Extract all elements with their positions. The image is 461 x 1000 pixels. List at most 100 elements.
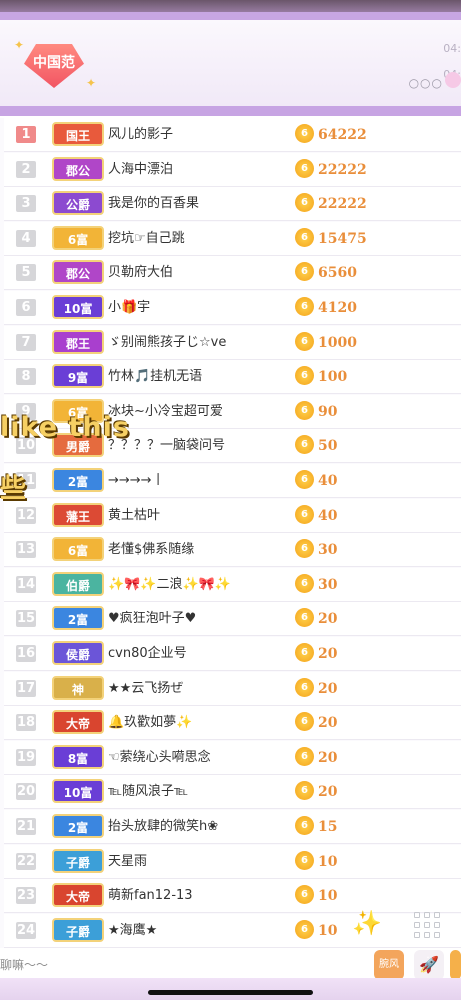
- user-name[interactable]: 贝勒府大伯: [108, 262, 288, 284]
- table-row[interactable]: 17 神 ★★云飞扬ぜ 6 20: [4, 671, 461, 706]
- level-badge: 9富: [52, 364, 104, 389]
- table-row[interactable]: 12 藩王 黄土枯叶 6 40: [4, 498, 461, 533]
- table-row[interactable]: 1 国王 风儿的影子 6 64222: [4, 118, 461, 152]
- user-name[interactable]: 天星雨: [108, 851, 288, 873]
- user-name[interactable]: ☜萦绕心头嗬思念: [108, 747, 288, 769]
- table-row[interactable]: 11 2富 →→→→丨 6 40: [4, 464, 461, 498]
- coin-icon: 6: [295, 539, 314, 559]
- grid-menu-icon[interactable]: [414, 912, 442, 940]
- rank-number: 20: [16, 783, 36, 801]
- category-badge[interactable]: 中国范 ✦ ✦: [14, 38, 98, 98]
- table-row[interactable]: 7 郡王 ゞ别闹熊孩子じ☆ve 6 1000: [4, 325, 461, 360]
- level-badge: 2富: [52, 468, 104, 492]
- table-row[interactable]: 5 郡公 贝勒府大伯 6 6560: [4, 256, 461, 291]
- table-row[interactable]: 22 子爵 天星雨 6 10: [4, 844, 461, 879]
- user-name[interactable]: 抬头放肆的微笑h❀: [108, 816, 288, 838]
- table-row[interactable]: 23 大帝 萌新fan12-13 6 10: [4, 879, 461, 914]
- table-row[interactable]: 21 2富 抬头放肆的微笑h❀ 6 15: [4, 810, 461, 844]
- table-row[interactable]: 16 侯爵 cvn80企业号 6 20: [4, 637, 461, 671]
- user-name[interactable]: 我是你的百香果: [108, 193, 288, 215]
- coin-icon: 6: [295, 643, 314, 662]
- user-name[interactable]: 风儿的影子: [108, 124, 288, 146]
- table-row[interactable]: 6 10富 小🎁宇 6 4120: [4, 291, 461, 325]
- user-name[interactable]: 人海中漂泊: [108, 159, 288, 181]
- rank-number: 6: [16, 299, 36, 316]
- rank-number: 13: [16, 541, 36, 559]
- user-name[interactable]: →→→→丨: [108, 470, 288, 492]
- level-badge: 公爵: [52, 191, 104, 216]
- bottom-strip: [0, 978, 461, 1000]
- magic-wand-icon[interactable]: ✨: [352, 908, 382, 938]
- level-badge: 8富: [52, 744, 104, 769]
- coin-icon: 6: [295, 573, 314, 593]
- user-name[interactable]: 萌新fan12-13: [108, 885, 288, 907]
- user-name[interactable]: ℡随风浪子℡: [108, 781, 288, 803]
- user-name[interactable]: ★★云飞扬ぜ: [108, 678, 288, 700]
- rank-number: 17: [16, 679, 36, 697]
- status-bar-strip: [0, 12, 461, 20]
- gift-button[interactable]: 腕风: [374, 950, 404, 980]
- rank-number: 15: [16, 610, 36, 628]
- user-name[interactable]: 老懂$佛系随缘: [108, 539, 288, 561]
- table-row[interactable]: 13 6富 老懂$佛系随缘 6 30: [4, 533, 461, 568]
- score-value: 22222: [318, 161, 367, 178]
- table-row[interactable]: 15 2富 ♥疯狂泡叶子♥ 6 20: [4, 602, 461, 637]
- score-value: 40: [318, 507, 338, 524]
- rank-number: 5: [16, 264, 36, 282]
- overlay-text: like this: [0, 412, 130, 443]
- coin-icon: 6: [295, 781, 314, 801]
- coin-icon: 6: [295, 262, 314, 282]
- table-row[interactable]: 24 子爵 ★海鹰★ 6 10: [4, 913, 461, 948]
- table-row[interactable]: 19 8富 ☜萦绕心头嗬思念 6 20: [4, 740, 461, 775]
- level-badge: 伯爵: [52, 571, 104, 596]
- score-value: 50: [318, 438, 338, 455]
- user-name[interactable]: 挖坑☞自己跳: [108, 228, 288, 250]
- partial-icon[interactable]: [450, 950, 461, 980]
- user-name[interactable]: 小🎁宇: [108, 297, 288, 319]
- table-row[interactable]: 14 伯爵 ✨🎀✨二浪✨🎀✨ 6 30: [4, 567, 461, 602]
- table-row[interactable]: 3 公爵 我是你的百香果 6 22222: [4, 187, 461, 222]
- user-name[interactable]: ♥疯狂泡叶子♥: [108, 608, 288, 630]
- more-dots-icon[interactable]: ○○○: [409, 76, 443, 90]
- table-row[interactable]: 8 9富 竹林🎵挂机无语 6 100: [4, 360, 461, 395]
- level-badge: 2富: [52, 606, 104, 631]
- user-name[interactable]: ★海鹰★: [108, 920, 288, 942]
- user-name[interactable]: 🔔玖歡如夢✨: [108, 712, 288, 734]
- coin-icon: 6: [295, 366, 314, 386]
- user-name[interactable]: ✨🎀✨二浪✨🎀✨: [108, 574, 288, 596]
- coin-icon: 6: [295, 124, 314, 143]
- home-indicator[interactable]: [148, 990, 313, 995]
- score-value: 100: [318, 369, 348, 386]
- user-name[interactable]: 黄土枯叶: [108, 505, 288, 527]
- table-row[interactable]: 18 大帝 🔔玖歡如夢✨ 6 20: [4, 706, 461, 741]
- level-badge: 大帝: [52, 710, 104, 735]
- header: 中国范 ✦ ✦ 04: 04: ○○○: [0, 20, 461, 106]
- rank-number: 23: [16, 887, 36, 905]
- coin-icon: 6: [295, 331, 314, 351]
- user-name[interactable]: 冰块~小冷宝超可爱: [108, 401, 288, 423]
- coin-icon: 6: [295, 227, 314, 247]
- table-row[interactable]: 2 郡公 人海中漂泊 6 22222: [4, 152, 461, 187]
- user-name[interactable]: cvn80企业号: [108, 643, 288, 665]
- user-name[interactable]: ゞ别闹熊孩子じ☆ve: [108, 332, 288, 354]
- coin-icon: 6: [295, 885, 314, 905]
- user-name[interactable]: 竹林🎵挂机无语: [108, 366, 288, 388]
- coin-icon: 6: [295, 677, 314, 697]
- rank-number: 2: [16, 160, 36, 178]
- time-label: 04:: [443, 42, 461, 55]
- coin-icon: 6: [295, 712, 314, 732]
- rank-number: 12: [16, 506, 36, 524]
- rocket-icon[interactable]: 🚀: [414, 950, 444, 980]
- score-value: 20: [318, 749, 338, 766]
- score-value: 20: [318, 715, 338, 732]
- rank-number: 19: [16, 748, 36, 766]
- sparkle-icon: ✦: [86, 76, 97, 90]
- table-row[interactable]: 4 6富 挖坑☞自己跳 6 15475: [4, 221, 461, 256]
- rank-number: 8: [16, 368, 36, 386]
- table-row[interactable]: 20 10富 ℡随风浪子℡ 6 20: [4, 775, 461, 810]
- coin-icon: 6: [295, 504, 314, 524]
- level-badge: 郡王: [52, 329, 104, 354]
- leaderboard-list: 1 国王 风儿的影子 6 64222 2 郡公 人海中漂泊 6 22222 3 公爵 我是你的百香果 6 2…: [0, 118, 461, 948]
- rank-number: 16: [16, 645, 36, 662]
- user-name[interactable]: ？？？？一脑袋问号: [108, 435, 288, 457]
